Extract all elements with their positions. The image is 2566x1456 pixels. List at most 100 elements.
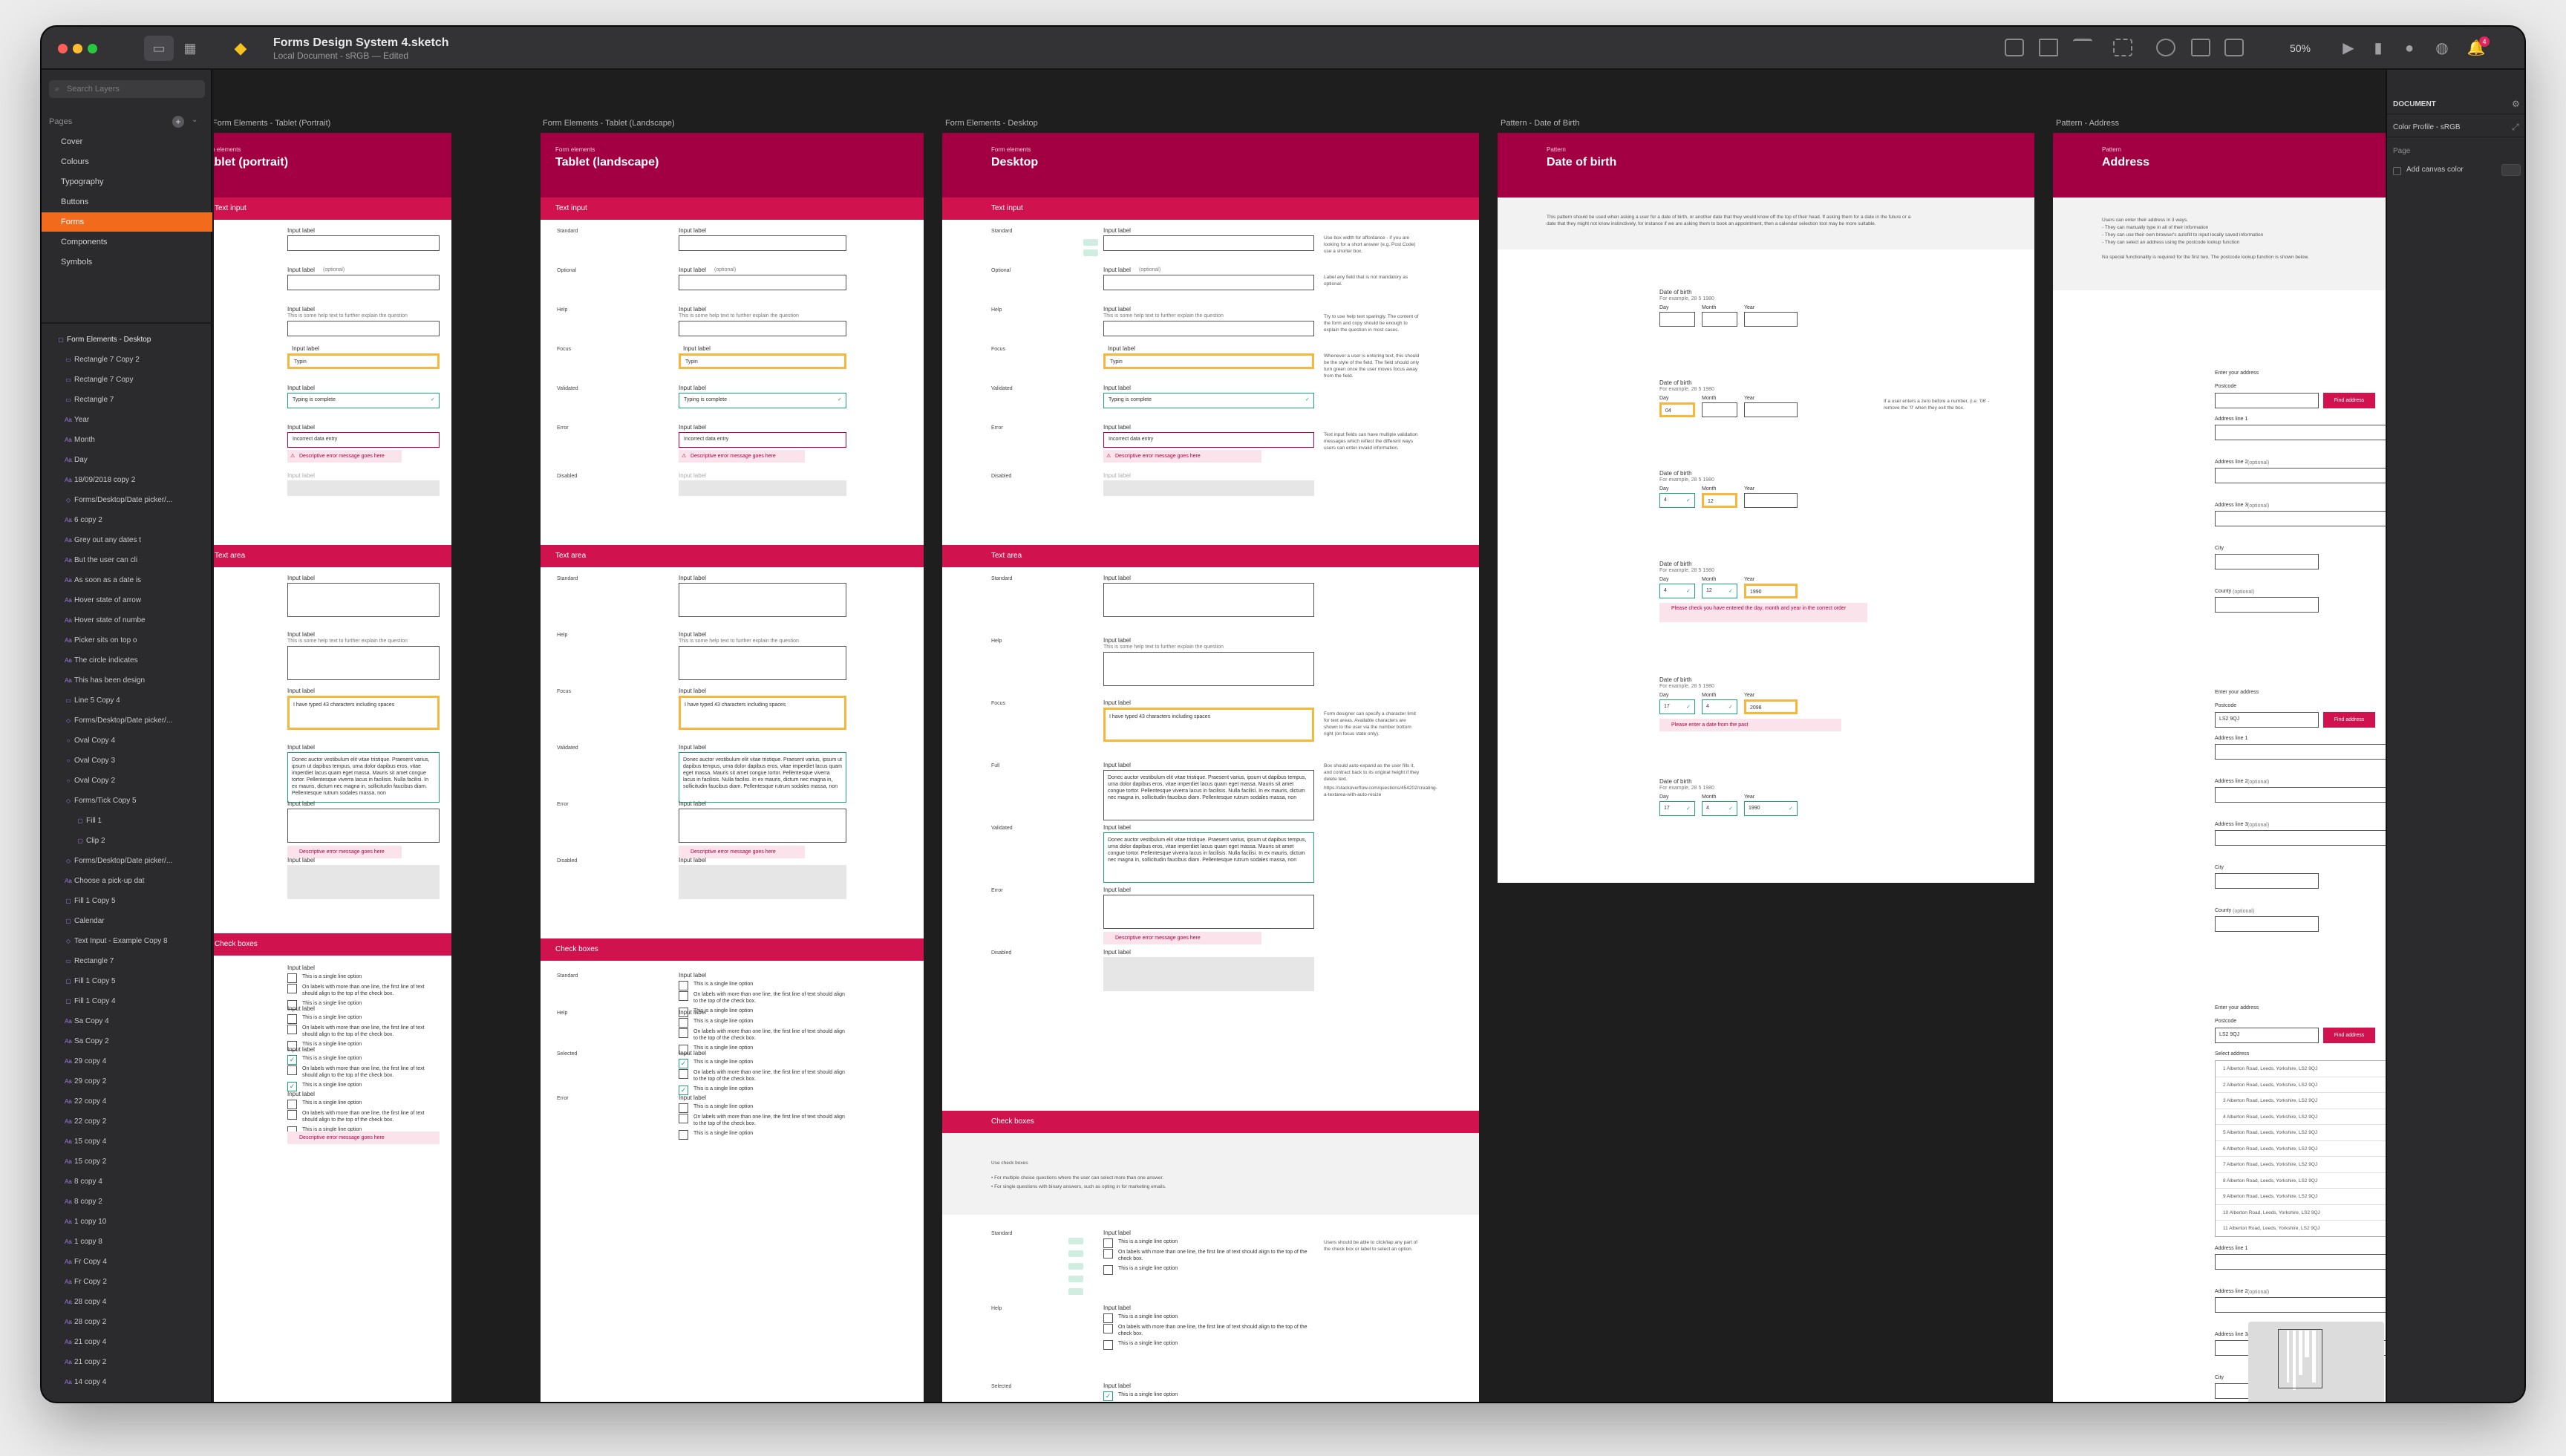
components-view-icon[interactable]: ▦: [175, 36, 205, 61]
text-input-help[interactable]: [287, 321, 440, 336]
minimap-viewport[interactable]: [2278, 1329, 2322, 1388]
checkbox-option[interactable]: This is a single line option: [1103, 1313, 1314, 1324]
find-address-button[interactable]: Find address: [2323, 712, 2375, 728]
layer-row[interactable]: Aa 28 copy 2: [42, 1312, 212, 1332]
layer-row[interactable]: Aa 29 copy 4: [42, 1051, 212, 1071]
postcode-input[interactable]: LS2 9QJ: [2215, 1028, 2319, 1043]
address-option[interactable]: 11 Alberton Road, Leeds, Yorkshire, LS2 …: [2216, 1221, 2386, 1236]
checkbox-option[interactable]: This is a single line option: [287, 973, 440, 984]
layer-row[interactable]: Aa 8 copy 2: [42, 1192, 212, 1212]
resize-arrows-icon[interactable]: ⤢: [2512, 122, 2519, 133]
checkbox-option[interactable]: This is a single line option: [287, 1100, 440, 1110]
layer-row[interactable]: ◇ Text Input - Example Copy 8: [42, 931, 212, 951]
artboard-label-desktop[interactable]: Form Elements - Desktop: [945, 119, 1038, 128]
year-input[interactable]: [1744, 312, 1798, 327]
text-input-focus[interactable]: Typin: [287, 353, 440, 369]
text-area-validated[interactable]: Donec auctor vestibulum elit vitae trist…: [679, 752, 846, 803]
layer-row[interactable]: Aa 14 copy 4: [42, 1372, 212, 1392]
text-input-focus[interactable]: Typin: [679, 353, 846, 369]
text-input-optional[interactable]: [287, 275, 440, 290]
page-item[interactable]: Symbols: [42, 252, 212, 272]
layer-row[interactable]: ▢ Form Elements - Desktop: [42, 330, 212, 350]
checkbox[interactable]: [287, 1065, 297, 1075]
checkbox[interactable]: [287, 984, 297, 993]
find-address-button[interactable]: Find address: [2323, 1028, 2375, 1043]
checkbox[interactable]: ✓: [287, 1055, 297, 1065]
address-line3-input[interactable]: [2215, 830, 2386, 846]
checkbox[interactable]: [679, 991, 688, 1001]
checkbox-option[interactable]: This is a single line option: [679, 1018, 846, 1028]
address-city-input[interactable]: [2215, 554, 2319, 569]
checkbox-option[interactable]: On labels with more than one line, the f…: [1103, 1249, 1314, 1261]
checkbox[interactable]: [287, 1025, 297, 1034]
minimap[interactable]: [2248, 1322, 2384, 1402]
layer-row[interactable]: ▭ Line 5 Copy 4: [42, 691, 212, 711]
flatten-icon[interactable]: [2191, 39, 2210, 56]
checkbox-option[interactable]: On labels with more than one line, the f…: [679, 1069, 846, 1082]
address-option[interactable]: 4 Alberton Road, Leeds, Yorkshire, LS2 9…: [2216, 1109, 2386, 1125]
settings-gear-icon[interactable]: ⚙: [2512, 99, 2520, 109]
checkbox-option[interactable]: On labels with more than one line, the f…: [287, 1025, 440, 1037]
text-area-focus[interactable]: I have typed 43 characters including spa…: [287, 696, 440, 730]
text-area-focus[interactable]: I have typed 43 characters including spa…: [679, 696, 846, 730]
text-input-validated[interactable]: Typing is complete: [287, 393, 440, 408]
checkbox[interactable]: ✓: [1103, 1391, 1113, 1401]
checkbox-option[interactable]: ✓ This is a single line option: [1103, 1391, 1314, 1402]
artboard-address[interactable]: Pattern Address Users can enter their ad…: [2053, 133, 2386, 1402]
artboard-label-portrait[interactable]: Form Elements - Tablet (Portrait): [214, 119, 330, 128]
checkbox[interactable]: [1103, 1340, 1113, 1350]
color-profile-label[interactable]: Color Profile - sRGB: [2393, 123, 2461, 131]
layer-row[interactable]: Aa 1 copy 8: [42, 1232, 212, 1252]
checkbox[interactable]: [679, 1114, 688, 1123]
address-option[interactable]: 9 Alberton Road, Leeds, Yorkshire, LS2 9…: [2216, 1189, 2386, 1205]
zoom-window-button[interactable]: [88, 44, 97, 53]
checkbox[interactable]: [287, 1014, 297, 1024]
mirror-icon[interactable]: ▮: [2367, 36, 2389, 61]
layer-row[interactable]: ▢ Fill 1 Copy 4: [42, 991, 212, 1011]
checkbox-option[interactable]: This is a single line option: [1103, 1340, 1314, 1351]
artboard-label-address[interactable]: Pattern - Address: [2056, 119, 2119, 128]
layer-row[interactable]: Aa As soon as a date is: [42, 570, 212, 590]
artboard-label-dob[interactable]: Pattern - Date of Birth: [1501, 119, 1579, 128]
text-area-help[interactable]: [679, 646, 846, 680]
text-area-error[interactable]: [1103, 895, 1314, 929]
checkbox[interactable]: ✓: [679, 1059, 688, 1068]
checkbox-option[interactable]: On labels with more than one line, the f…: [287, 1110, 440, 1123]
checkbox[interactable]: [679, 1018, 688, 1028]
checkbox-option[interactable]: This is a single line option: [679, 1130, 846, 1140]
address-city-input[interactable]: [2215, 873, 2319, 889]
create-symbol-icon[interactable]: [2005, 39, 2024, 56]
checkbox-option[interactable]: On labels with more than one line, the f…: [679, 1028, 846, 1041]
year-input[interactable]: [1744, 402, 1798, 417]
layer-row[interactable]: Aa 6 copy 2: [42, 510, 212, 530]
text-input-standard[interactable]: [679, 235, 846, 251]
checkbox-option[interactable]: ✓ This is a single line option: [679, 1059, 846, 1069]
layer-row[interactable]: ○ Oval Copy 3: [42, 751, 212, 771]
layer-list-toggle-icon[interactable]: ▭: [144, 36, 174, 61]
artboard-tablet-portrait[interactable]: Form elements Tablet (portrait) Text inp…: [214, 133, 451, 1402]
play-icon[interactable]: ▶: [2337, 36, 2360, 61]
text-input-error[interactable]: Incorrect data entry: [679, 432, 846, 448]
address-line2-input[interactable]: [2215, 787, 2386, 803]
layer-row[interactable]: ▭ Rectangle 7: [42, 390, 212, 410]
layer-row[interactable]: ▢ Fill 1: [42, 811, 212, 831]
layer-row[interactable]: Aa Sa Copy 2: [42, 1031, 212, 1051]
checkbox-option[interactable]: ✓ This is a single line option: [287, 1055, 440, 1065]
address-line3-input[interactable]: [2215, 511, 2386, 526]
address-line1-input[interactable]: [2215, 744, 2386, 760]
layer-row[interactable]: ◇ Forms/Tick Copy 5: [42, 791, 212, 811]
address-line2-input[interactable]: [2215, 1297, 2386, 1313]
year-input[interactable]: 1990: [1744, 584, 1798, 598]
text-input-help[interactable]: [1103, 321, 1314, 336]
checkbox[interactable]: [679, 1103, 688, 1113]
postcode-input[interactable]: LS2 9QJ: [2215, 712, 2319, 728]
layer-row[interactable]: Aa 28 copy 4: [42, 1292, 212, 1312]
layer-row[interactable]: Aa 21 copy 2: [42, 1352, 212, 1372]
address-option[interactable]: 5 Alberton Road, Leeds, Yorkshire, LS2 9…: [2216, 1125, 2386, 1141]
zoom-level[interactable]: 50%: [2276, 36, 2324, 61]
page-item[interactable]: Typography: [42, 172, 212, 192]
layer-row[interactable]: Aa 22 copy 2: [42, 1111, 212, 1132]
layer-row[interactable]: ▢ Fill 1 Copy 5: [42, 891, 212, 911]
scale-icon[interactable]: [2039, 39, 2058, 56]
address-option[interactable]: 2 Alberton Road, Leeds, Yorkshire, LS2 9…: [2216, 1077, 2386, 1093]
